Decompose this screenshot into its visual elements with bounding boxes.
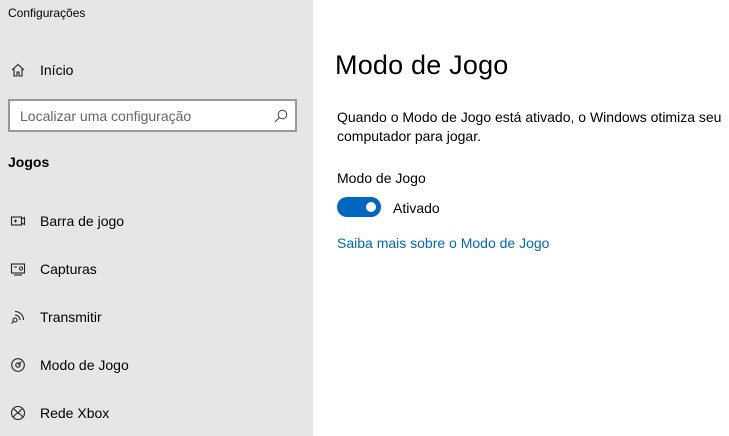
sidebar-item-home[interactable]: Início	[0, 54, 313, 86]
settings-window: Configurações Início Jogos	[0, 0, 729, 436]
section-heading: Jogos	[8, 154, 50, 170]
sidebar-item-label: Capturas	[40, 261, 97, 277]
learn-more-link[interactable]: Saiba mais sobre o Modo de Jogo	[337, 235, 549, 251]
sidebar-item-label: Barra de jogo	[40, 213, 125, 229]
broadcast-icon	[10, 309, 26, 325]
sidebar-item-label: Modo de Jogo	[40, 357, 129, 373]
sidebar-item-broadcast[interactable]: Transmitir	[0, 299, 313, 335]
captures-icon	[10, 261, 26, 277]
sidebar-item-label: Rede Xbox	[40, 405, 110, 421]
sidebar-item-xbox[interactable]: Rede Xbox	[0, 395, 313, 431]
sidebar-item-label: Transmitir	[40, 309, 102, 325]
content-pane: Modo de Jogo Quando o Modo de Jogo está …	[313, 0, 729, 436]
search-input[interactable]	[20, 107, 270, 124]
sidebar-item-home-label: Início	[40, 62, 74, 78]
game-mode-icon	[10, 357, 26, 373]
xbox-icon	[10, 405, 26, 421]
game-mode-toggle[interactable]	[337, 197, 381, 217]
toggle-state-text: Ativado	[393, 200, 440, 216]
search-box	[8, 99, 297, 132]
description-text: Quando o Modo de Jogo está ativado, o Wi…	[337, 109, 722, 144]
toggle-label: Modo de Jogo	[337, 170, 426, 186]
app-title: Configurações	[8, 6, 86, 20]
sidebar: Configurações Início Jogos	[0, 0, 313, 436]
page-title: Modo de Jogo	[335, 50, 509, 80]
toggle-knob	[366, 202, 376, 212]
sidebar-item-game-mode[interactable]: Modo de Jogo	[0, 347, 313, 383]
home-icon	[10, 62, 26, 78]
search-icon[interactable]	[273, 108, 289, 124]
game-bar-icon	[10, 213, 26, 229]
sidebar-item-captures[interactable]: Capturas	[0, 251, 313, 287]
sidebar-item-game-bar[interactable]: Barra de jogo	[0, 203, 313, 239]
